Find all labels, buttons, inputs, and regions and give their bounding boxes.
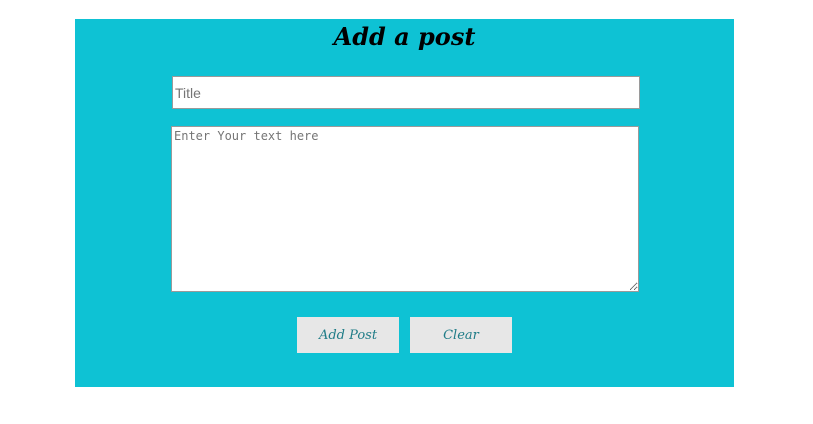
page-title: Add a post: [333, 22, 476, 51]
add-post-button[interactable]: Add Post: [297, 317, 399, 353]
post-text-area[interactable]: [171, 126, 639, 292]
clear-button[interactable]: Clear: [410, 317, 512, 353]
title-input[interactable]: [172, 76, 640, 109]
add-post-panel: Add a post Add Post Clear: [75, 19, 734, 387]
